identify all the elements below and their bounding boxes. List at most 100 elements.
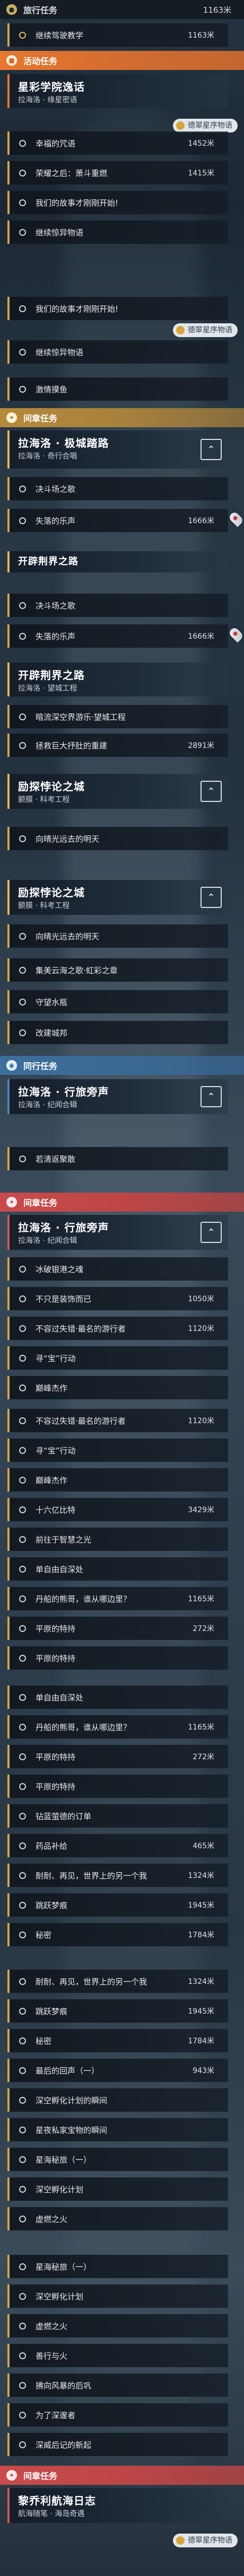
quest-group-card[interactable]: 励探悖论之城 颤膜 · 科考工程 ⌃ [7, 880, 228, 915]
quest-row[interactable]: 最后的回声（一） 943米 [7, 2059, 228, 2082]
quest-row[interactable]: 单自由自深处 [7, 1557, 228, 1581]
quest-label: 平原的特持 [36, 1653, 76, 1663]
quest-row[interactable]: 虚燃之火 [7, 2314, 228, 2337]
collapse-button[interactable]: ⌃ [201, 1086, 222, 1107]
quest-row[interactable]: 不只是装饰而已 1050米 [7, 1287, 228, 1310]
quest-status-icon [19, 139, 26, 147]
quest-label: 继续惊异物语 [36, 227, 84, 237]
quest-status-icon [19, 1812, 26, 1820]
section-companion[interactable]: ◉ 同行任务 [0, 1056, 244, 1075]
quest-distance: 1784米 [188, 2037, 214, 2045]
quest-row[interactable]: 决斗场之歌 [7, 477, 228, 500]
quest-row[interactable]: 继续惊异物语 [7, 220, 228, 244]
quest-group-card[interactable]: 励探悖论之城 颤膜 · 科考工程 ⌃ [7, 774, 228, 809]
quest-row[interactable]: 单自由自深处 [7, 1686, 228, 1709]
map-pin-icon[interactable] [228, 626, 244, 643]
quest-status-icon [19, 2126, 26, 2133]
quest-row[interactable]: 集美云海之歌·虹彩之章 [7, 958, 228, 982]
quest-row[interactable]: 秘密 1784米 [7, 1923, 228, 1946]
quest-group-card[interactable]: 拉海洛 · 行旅旁声 拉海洛 · 纪闻合辑 ⌃ [7, 1079, 228, 1114]
quest-row[interactable]: 失落的乐声 1666米 [7, 624, 244, 648]
section-journey[interactable]: ● 旅行任务 1163米 [0, 0, 244, 19]
quest-row[interactable]: 平原的特持 [7, 1775, 228, 1798]
quest-label: 丹船的熊哥，谁从哪边里？ [36, 1722, 132, 1732]
quest-row[interactable]: 深空孵化计划 [7, 2284, 228, 2308]
story-chip[interactable]: 德翠星序物语 [173, 323, 238, 337]
quest-distance: 1050米 [188, 1295, 214, 1303]
quest-status-icon [19, 1417, 26, 1424]
quest-row[interactable]: 为了深邃者 [7, 2403, 228, 2427]
quest-row[interactable]: 不容过失错·最名的游行者 1120米 [7, 1317, 228, 1340]
quest-row[interactable]: 平原的特持 272米 [7, 1745, 228, 1768]
quest-row[interactable]: 守望水瓶 [7, 990, 228, 1013]
quest-group-card[interactable]: 开辟荆界之路 [7, 551, 228, 572]
quest-row[interactable]: 深威后记的新起 [7, 2433, 228, 2456]
quest-row[interactable]: 若清返聚散 [7, 1147, 228, 1170]
quest-row[interactable]: 平原的特持 272米 [7, 1617, 228, 1640]
quest-row[interactable]: 我们的故事才刚刚开始! [7, 297, 228, 320]
quest-row[interactable]: 拯救巨大抒肚的重建 2891米 [7, 734, 228, 757]
quest-row[interactable]: 巅峰杰作 [7, 1468, 228, 1492]
map-pin-icon[interactable] [228, 510, 244, 527]
quest-row[interactable]: 向晴光远去的明天 [7, 827, 228, 850]
quest-row[interactable]: 跳跃梦痕 1945米 [7, 1999, 228, 2023]
quest-row[interactable]: 星海秘旅（一） [7, 2255, 228, 2278]
quest-row[interactable]: 秘密 1784米 [7, 2029, 228, 2052]
quest-row[interactable]: 星夜私家宝物的瞬间 [7, 2118, 228, 2141]
quest-row[interactable]: 决斗场之歌 [7, 594, 228, 617]
quest-status-icon [19, 1931, 26, 1938]
quest-group-card[interactable]: 星彩学院逸话 拉海洛 · 缘星密语 [7, 74, 228, 108]
quest-row[interactable]: 虚燃之火 [7, 2207, 228, 2230]
quest-row[interactable]: 跳跃梦痕 1945米 [7, 1893, 228, 1917]
quest-row[interactable]: 我们的故事才刚刚开始! [7, 191, 228, 214]
quest-row[interactable]: 丹船的熊哥，谁从哪边里？ 1165米 [7, 1715, 228, 1739]
story-chip[interactable]: 德翠星序物语 [173, 119, 238, 133]
section-interlude[interactable]: ✦ 间章任务 [0, 1193, 244, 1212]
quest-row[interactable]: 善行与火 [7, 2344, 228, 2367]
quest-group-card[interactable]: 拉海洛 · 极城踏路 拉海洛 · 奇行合唱 ⌃ [7, 430, 228, 469]
quest-row[interactable]: 幸福的咒语 1452米 [7, 131, 228, 155]
collapse-button[interactable]: ⌃ [201, 887, 222, 908]
section-interlude[interactable]: ✦ 间章任务 [0, 2466, 244, 2485]
quest-row[interactable]: 巅峰杰作 [7, 1376, 228, 1399]
quest-row[interactable]: 深空孵化计划的瞬间 [7, 2088, 228, 2112]
quest-row[interactable]: 拂向风暴的后巩 [7, 2374, 228, 2397]
quest-row[interactable]: 丹船的熊哥，谁从哪边里？ 1165米 [7, 1587, 228, 1610]
quest-row[interactable]: 前往于智慧之光 [7, 1528, 228, 1551]
section-event[interactable]: ■ 活动任务 [0, 51, 244, 70]
quest-row[interactable]: 不容过失错·最名的游行者 1120米 [7, 1409, 228, 1432]
quest-row[interactable]: 耐耐、再见，世界上的另一个我 1324米 [7, 1970, 228, 1993]
quest-row[interactable]: 激情摸鱼 [7, 377, 228, 401]
quest-row[interactable]: 改建城邦 [7, 1021, 228, 1044]
quest-row[interactable]: 星海秘旅（一） [7, 2148, 228, 2171]
collapse-button[interactable]: ⌃ [201, 781, 222, 802]
quest-row[interactable]: 向晴光远去的明天 [7, 924, 228, 948]
quest-row[interactable]: 继续驾驶教学 1163米 [7, 23, 228, 47]
quest-label: 秘密 [36, 2036, 52, 2046]
quest-row[interactable]: 暗流深空界游乐·望城工程 [7, 705, 228, 728]
quest-row[interactable]: 失落的乐声 1666米 [7, 509, 244, 532]
quest-row[interactable]: 深空孵化计划 [7, 2177, 228, 2201]
story-chip[interactable]: 德翠星序物语 [173, 2534, 238, 2547]
quest-row[interactable]: 寻“宝”行动 [7, 1439, 228, 1462]
quest-group-card[interactable]: 拉海洛 · 行旅旁声 拉海洛 · 纪闻合辑 ⌃ [7, 1215, 228, 1250]
quest-row[interactable]: 冰破银港之魂 [7, 1257, 228, 1281]
quest-row[interactable]: 十六亿比特 3429米 [7, 1498, 228, 1521]
quest-group-card[interactable]: 开辟荆界之路 拉海洛 · 望城工程 [7, 663, 228, 696]
section-interlude[interactable]: ✦ 间章任务 [0, 408, 244, 427]
collapse-button[interactable]: ⌃ [201, 1222, 222, 1243]
quest-row[interactable]: 寻“宝”行动 [7, 1346, 228, 1370]
quest-row[interactable]: 药品补给 465米 [7, 1834, 228, 1857]
quest-group-card[interactable]: 黎乔利航海日志 航海随笔 · 海岛奇遇 [7, 2488, 228, 2523]
quest-row[interactable]: 钻蓝萤德的订单 [7, 1804, 228, 1828]
quest-row[interactable]: 荣耀之后：萧斗重燃 1415米 [7, 161, 228, 184]
quest-row[interactable]: 耐耐、再见，世界上的另一个我 1324米 [7, 1864, 228, 1887]
quest-status-icon [19, 1384, 26, 1391]
collapse-button[interactable]: ⌃ [201, 439, 222, 460]
quest-row[interactable]: 平原的特持 [7, 1646, 228, 1670]
quest-label: 十六亿比特 [36, 1505, 76, 1515]
quest-label: 丹船的熊哥，谁从哪边里？ [36, 1594, 132, 1604]
quest-status-icon [19, 1506, 26, 1513]
quest-status-icon [19, 835, 26, 842]
quest-row[interactable]: 继续惊异物语 [7, 340, 228, 364]
